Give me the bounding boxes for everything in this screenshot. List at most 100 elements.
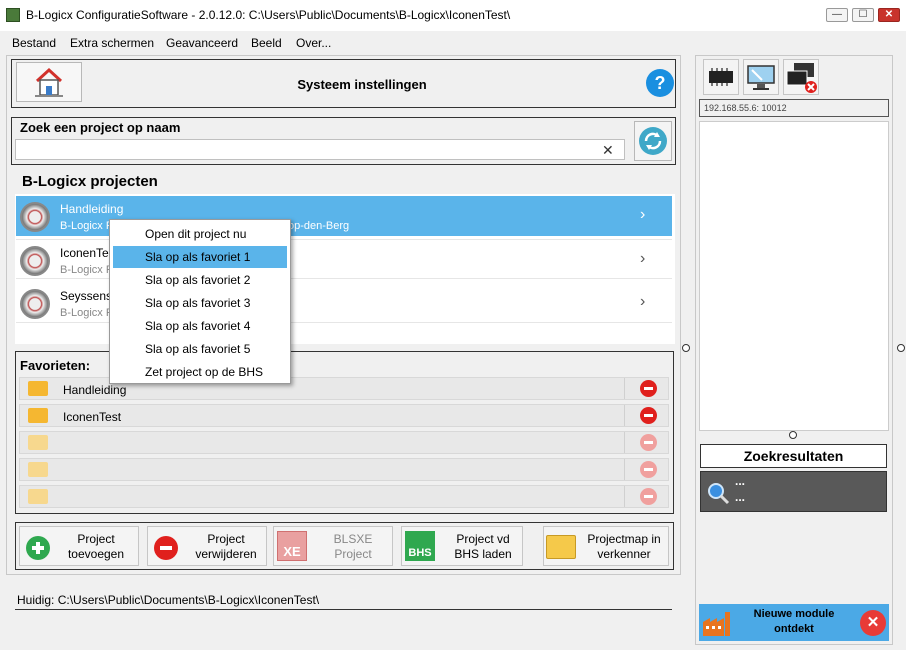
- new-module-message: Nieuwe module ontdekt: [753, 608, 835, 635]
- splitter-handle[interactable]: [897, 344, 905, 352]
- remove-icon: [154, 536, 178, 560]
- favorite-row-2[interactable]: IconenTest: [19, 404, 669, 427]
- splitter-handle[interactable]: [682, 344, 690, 352]
- projects-heading: B-Logicx projecten: [22, 173, 158, 190]
- menu-save-favorite-4[interactable]: Sla op als favoriet 4: [113, 315, 287, 337]
- blsxe-icon: XE: [277, 531, 307, 561]
- favorite-delete-cell: [624, 432, 669, 453]
- menu-geavanceerd[interactable]: Geavanceerd: [166, 36, 238, 50]
- open-project-folder-label: Projectmap in verkenner: [587, 532, 661, 561]
- blsxe-project-label: BLSXE Project: [333, 532, 373, 561]
- clear-search-icon[interactable]: ✕: [602, 142, 614, 159]
- network-disconnected-button[interactable]: [783, 59, 819, 95]
- remove-icon: [640, 434, 657, 451]
- favorite-row-3[interactable]: [19, 431, 669, 454]
- favorite-name: Handleiding: [63, 383, 127, 397]
- remove-project-label: Project verwijderen: [195, 532, 257, 561]
- menu-save-favorite-5[interactable]: Sla op als favoriet 5: [113, 338, 287, 360]
- favorite-delete-cell: [624, 378, 669, 399]
- project-name: IconenTes: [60, 246, 115, 260]
- refresh-icon: [639, 127, 667, 155]
- search-result-line-2: ...: [735, 490, 746, 504]
- folder-icon: [28, 489, 48, 504]
- refresh-button[interactable]: [634, 121, 672, 161]
- page-title: Systeem instellingen: [297, 77, 427, 92]
- project-context-menu: Open dit project nu Sla op als favoriet …: [109, 219, 291, 384]
- ip-address-field[interactable]: 192.168.55.6: 10012: [699, 99, 889, 117]
- project-icon: [20, 289, 50, 319]
- project-icon: [20, 246, 50, 276]
- favorite-row-4[interactable]: [19, 458, 669, 481]
- menu-bestand[interactable]: Bestand: [12, 36, 56, 50]
- home-button[interactable]: [16, 62, 82, 102]
- folder-icon: [28, 381, 48, 396]
- network-disconnected-icon: [786, 63, 817, 93]
- close-window-button[interactable]: ✕: [878, 8, 900, 22]
- help-button[interactable]: ?: [646, 69, 674, 97]
- remove-icon: [640, 488, 657, 505]
- magnifier-icon: [708, 483, 730, 505]
- project-name: Handleiding: [60, 202, 124, 216]
- splitter-handle[interactable]: [789, 431, 797, 439]
- add-icon: [26, 536, 50, 560]
- remove-icon[interactable]: [640, 407, 657, 424]
- search-result-line-1: ...: [735, 474, 746, 488]
- chevron-right-icon[interactable]: ›: [640, 250, 645, 268]
- factory-icon: [703, 612, 730, 636]
- menu-save-favorite-2[interactable]: Sla op als favoriet 2: [113, 269, 287, 291]
- project-subtitle-location: op-den-Berg: [288, 220, 350, 232]
- chip-button[interactable]: [703, 59, 739, 95]
- menu-open-project[interactable]: Open dit project nu: [113, 223, 287, 245]
- project-subtitle: B-Logicx F: [60, 307, 113, 319]
- current-path: Huidig: C:\Users\Public\Documents\B-Logi…: [17, 593, 320, 607]
- project-subtitle: B-Logicx F: [60, 220, 113, 232]
- load-from-bhs-label: Project vd BHS laden: [454, 532, 512, 561]
- monitor-button[interactable]: [743, 59, 779, 95]
- search-results-panel[interactable]: ... ...: [700, 471, 887, 512]
- project-name: Seyssens: [60, 289, 113, 303]
- chip-icon: [709, 68, 733, 86]
- new-module-notification[interactable]: Nieuwe module ontdekt ✕: [699, 604, 889, 641]
- favorite-delete-cell: [624, 459, 669, 480]
- search-results-label: Zoekresultaten: [700, 444, 887, 468]
- folder-icon: [28, 462, 48, 477]
- menu-put-on-bhs[interactable]: Zet project op de BHS: [113, 361, 287, 383]
- project-subtitle: B-Logicx F: [60, 264, 113, 276]
- blsxe-project-button[interactable]: XE BLSXE Project: [273, 526, 393, 566]
- favorite-delete-cell: [624, 486, 669, 507]
- remove-icon: [640, 461, 657, 478]
- chevron-right-icon[interactable]: ›: [640, 206, 645, 224]
- add-project-label: Project toevoegen: [67, 532, 125, 561]
- favorites-label: Favorieten:: [20, 358, 91, 373]
- status-divider: [15, 609, 672, 610]
- menu-save-favorite-1[interactable]: Sla op als favoriet 1: [113, 246, 287, 268]
- bhs-icon: BHS: [405, 531, 435, 561]
- minimize-button[interactable]: —: [826, 8, 848, 22]
- search-input[interactable]: [15, 139, 625, 160]
- search-label: Zoek een project op naam: [20, 120, 181, 135]
- menu-beeld[interactable]: Beeld: [251, 36, 282, 50]
- folder-icon: [546, 535, 576, 559]
- menu-save-favorite-3[interactable]: Sla op als favoriet 3: [113, 292, 287, 314]
- home-icon: [35, 67, 63, 97]
- remove-icon[interactable]: [640, 380, 657, 397]
- add-project-button[interactable]: Project toevoegen: [19, 526, 139, 566]
- monitor-icon: [747, 65, 775, 90]
- open-project-folder-button[interactable]: Projectmap in verkenner: [543, 526, 669, 566]
- favorite-row-5[interactable]: [19, 485, 669, 508]
- maximize-button[interactable]: ☐: [852, 8, 874, 22]
- device-list[interactable]: [699, 121, 889, 431]
- folder-icon: [28, 435, 48, 450]
- folder-icon: [28, 408, 48, 423]
- remove-project-button[interactable]: Project verwijderen: [147, 526, 267, 566]
- menu-over[interactable]: Over...: [296, 36, 331, 50]
- menu-extra-schermen[interactable]: Extra schermen: [70, 36, 154, 50]
- project-icon: [20, 202, 50, 232]
- window-title: B-Logicx ConfiguratieSoftware - 2.0.12.0…: [26, 8, 511, 22]
- favorite-delete-cell: [624, 405, 669, 426]
- chevron-right-icon[interactable]: ›: [640, 293, 645, 311]
- dismiss-notification-button[interactable]: ✕: [860, 610, 886, 636]
- app-icon: [6, 8, 20, 22]
- favorite-name: IconenTest: [63, 410, 122, 424]
- load-from-bhs-button[interactable]: BHS Project vd BHS laden: [401, 526, 523, 566]
